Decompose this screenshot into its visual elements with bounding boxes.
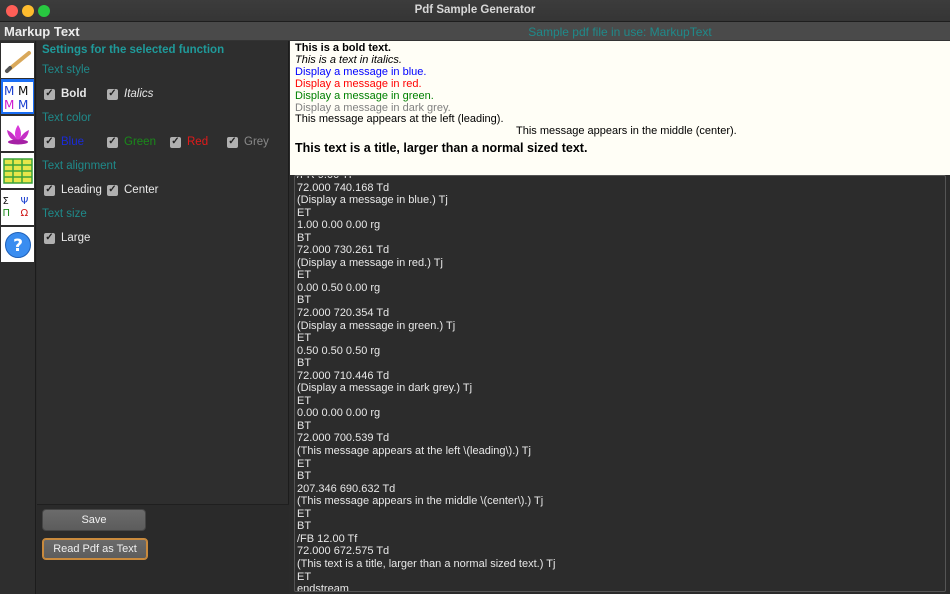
checkbox-box: ✓ <box>107 136 118 148</box>
checkbox-box: ✓ <box>170 136 181 148</box>
preview-red-text: Display a message in red. <box>295 78 422 90</box>
svg-text:M: M <box>4 98 14 112</box>
code-line: ET <box>297 394 312 407</box>
code-line: BT <box>297 520 312 533</box>
code-line: BT <box>297 294 312 307</box>
italics-checkbox[interactable]: ✓ Italics <box>107 88 153 100</box>
checkbox-box: ✓ <box>107 88 118 100</box>
svg-text:M: M <box>4 84 14 98</box>
code-line: 0.50 0.50 0.50 rg <box>297 344 381 357</box>
code-line: BT <box>297 231 312 244</box>
bold-checkbox[interactable]: ✓ Bold <box>44 88 87 100</box>
code-line: BT <box>297 470 312 483</box>
code-line: (Display a message in red.) Tj <box>297 256 443 269</box>
code-line: 72.000 740.168 Td <box>297 181 390 194</box>
code-line: 72.000 672.575 Td <box>297 545 390 558</box>
code-line: ET <box>297 457 312 470</box>
text-alignment-label: Text alignment <box>42 160 117 172</box>
tool-table[interactable] <box>1 153 34 188</box>
mm-grid-icon: M M M M <box>2 81 33 112</box>
code-line: 1.00 0.00 0.00 rg <box>297 219 381 232</box>
center-checkbox[interactable]: ✓ Center <box>107 184 159 196</box>
settings-title: Settings for the selected function <box>42 44 225 56</box>
pencil-icon <box>4 50 31 73</box>
preview-title-text: This text is a title, larger than a norm… <box>295 141 588 155</box>
svg-text:M: M <box>18 98 28 112</box>
code-line: (This text is a title, larger than a nor… <box>297 557 556 570</box>
code-line: 72.000 730.261 Td <box>297 244 390 257</box>
preview-leading-text: This message appears at the left (leadin… <box>295 113 504 125</box>
code-line: 0.00 0.50 0.00 rg <box>297 281 381 294</box>
code-line: ET <box>297 332 312 345</box>
grey-checkbox[interactable]: ✓ Grey <box>227 136 269 148</box>
tool-image[interactable] <box>1 116 34 151</box>
code-line: ET <box>297 570 312 583</box>
checkbox-box: ✓ <box>107 184 118 196</box>
function-toolbar: M M M M Σ Ψ Π Ω ? <box>0 41 36 594</box>
code-line: (Display a message in green.) Tj <box>297 319 456 332</box>
preview-green-text: Display a message in green. <box>295 90 434 102</box>
window-title: Pdf Sample Generator <box>414 4 536 16</box>
code-line: (Display a message in blue.) Tj <box>297 194 448 207</box>
tool-math[interactable]: Σ Ψ Π Ω <box>1 190 34 225</box>
read-pdf-as-text-button[interactable]: Read Pdf as Text <box>42 538 148 560</box>
preview-bold-text: This is a bold text. <box>295 42 391 54</box>
code-line: 72.000 700.539 Td <box>297 432 390 445</box>
pdf-preview: This is a bold text. This is a text in i… <box>290 41 950 175</box>
page-title: Markup Text <box>4 24 80 39</box>
blue-checkbox[interactable]: ✓ Blue <box>44 136 84 148</box>
code-lines: /FR 9.00 Tf 72.000 740.168 Td (Display a m… <box>297 176 556 592</box>
code-line: ET <box>297 507 312 520</box>
preview-italic-text: This is a text in italics. <box>295 54 402 66</box>
code-line: /FB 12.00 Tf <box>297 532 358 545</box>
text-color-label: Text color <box>42 112 92 124</box>
math-symbols-icon: Σ Ψ Π Ω <box>2 196 29 219</box>
leading-checkbox[interactable]: ✓ Leading <box>44 184 102 196</box>
preview-blue-text: Display a message in blue. <box>295 66 427 78</box>
table-icon <box>2 157 33 184</box>
tool-pencil[interactable] <box>1 43 34 78</box>
code-line: ET <box>297 206 312 219</box>
tool-markup-text[interactable]: M M M M <box>1 79 34 114</box>
preview-center-text: This message appears in the middle (cent… <box>516 125 737 137</box>
checkbox-box: ✓ <box>44 232 55 244</box>
checkbox-box: ✓ <box>44 184 55 196</box>
code-line: BT <box>297 419 312 432</box>
text-size-label: Text size <box>42 208 87 220</box>
code-line: 72.000 720.354 Td <box>297 307 390 320</box>
status-text: Sample pdf file in use: MarkupText <box>528 25 712 39</box>
code-line: (This message appears at the left \(lead… <box>297 445 531 458</box>
code-line: (Display a message in dark grey.) Tj <box>297 382 473 395</box>
checkbox-box: ✓ <box>44 136 55 148</box>
code-line: endstream <box>297 583 349 592</box>
large-checkbox[interactable]: ✓ Large <box>44 232 90 244</box>
code-line: BT <box>297 357 312 370</box>
code-line: 207.346 690.632 Td <box>297 482 396 495</box>
code-line: (This message appears in the middle \(ce… <box>297 495 544 508</box>
code-line: 0.00 0.00 0.00 rg <box>297 407 381 420</box>
tool-help[interactable]: ? <box>1 227 34 262</box>
green-checkbox[interactable]: ✓ Green <box>107 136 156 148</box>
svg-text:M: M <box>18 84 28 98</box>
settings-panel: Settings for the selected function Text … <box>37 41 289 594</box>
checkbox-box: ✓ <box>227 136 238 148</box>
svg-text:?: ? <box>13 236 23 256</box>
code-line: 72.000 710.446 Td <box>297 369 390 382</box>
pdf-source-textview[interactable]: /FR 9.00 Tf 72.000 740.168 Td (Display a m… <box>294 175 946 592</box>
checkbox-box: ✓ <box>44 88 55 100</box>
code-line: ET <box>297 269 312 282</box>
text-style-label: Text style <box>42 64 90 76</box>
lotus-flower-icon <box>6 124 29 144</box>
red-checkbox[interactable]: ✓ Red <box>170 136 208 148</box>
title-bar: Pdf Sample Generator <box>0 0 950 22</box>
action-area: Save Read Pdf as Text <box>37 504 289 594</box>
header-bar: Markup Text Sample pdf file in use: Mark… <box>0 22 950 41</box>
save-button[interactable]: Save <box>42 509 146 531</box>
help-icon: ? <box>4 231 31 258</box>
